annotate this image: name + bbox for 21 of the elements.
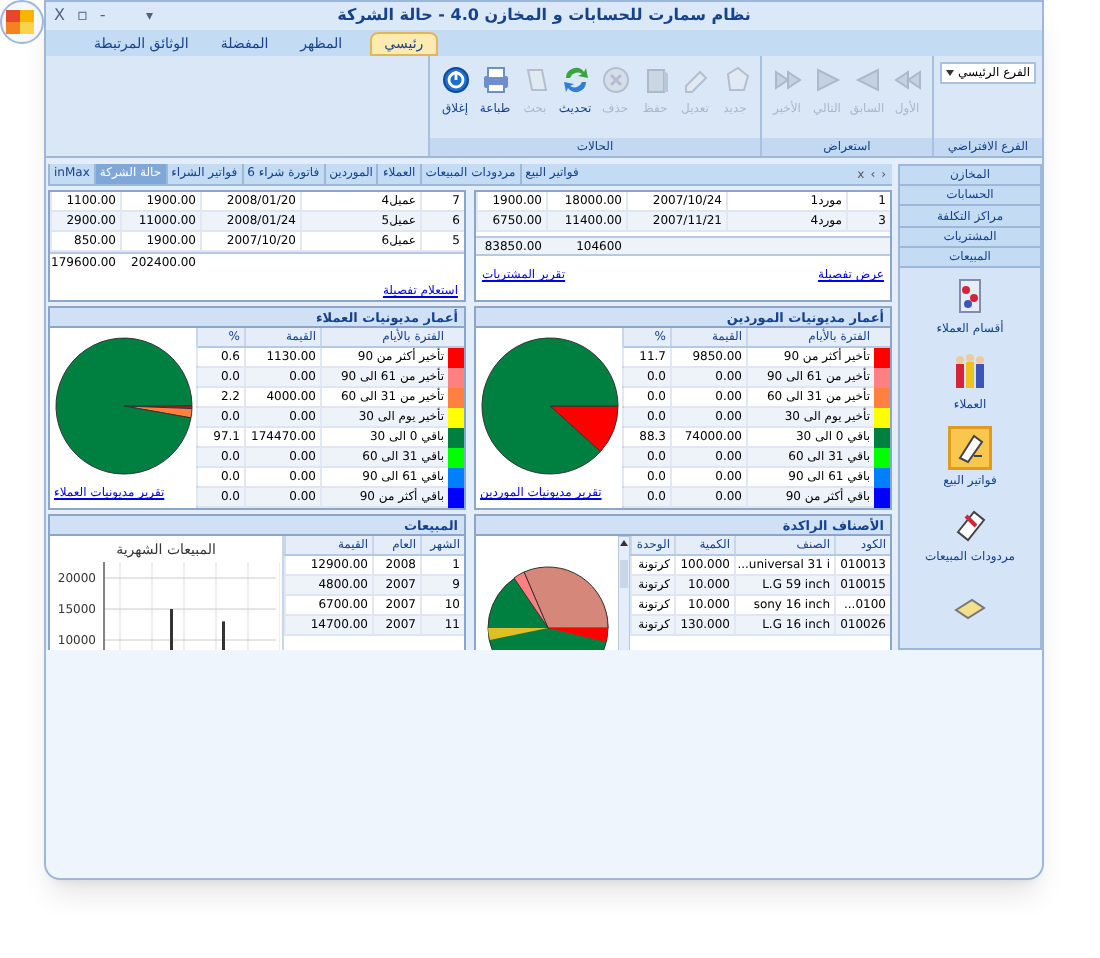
invoice-icon <box>950 427 990 468</box>
pie-chart <box>477 334 621 478</box>
new-icon <box>721 66 749 94</box>
window-control[interactable]: - <box>99 4 106 28</box>
delete-icon <box>601 66 629 94</box>
window-title: نظام سمارت للحسابات و المخازن 4.0 - حالة الشركة <box>337 4 751 28</box>
window-control[interactable]: X <box>54 4 65 28</box>
people-icon <box>950 351 990 392</box>
save-icon <box>641 66 669 94</box>
first-icon <box>893 66 921 94</box>
window-control[interactable]: ▫ <box>76 4 88 28</box>
edit-icon <box>681 66 709 94</box>
refresh-icon <box>561 66 589 94</box>
print-icon <box>481 66 509 94</box>
caret-icon <box>946 70 954 76</box>
close-icon <box>441 66 469 94</box>
prev-icon <box>853 66 881 94</box>
pie-chart <box>51 334 195 478</box>
search-icon <box>521 66 549 94</box>
last-icon <box>773 66 801 94</box>
next-icon <box>813 66 841 94</box>
